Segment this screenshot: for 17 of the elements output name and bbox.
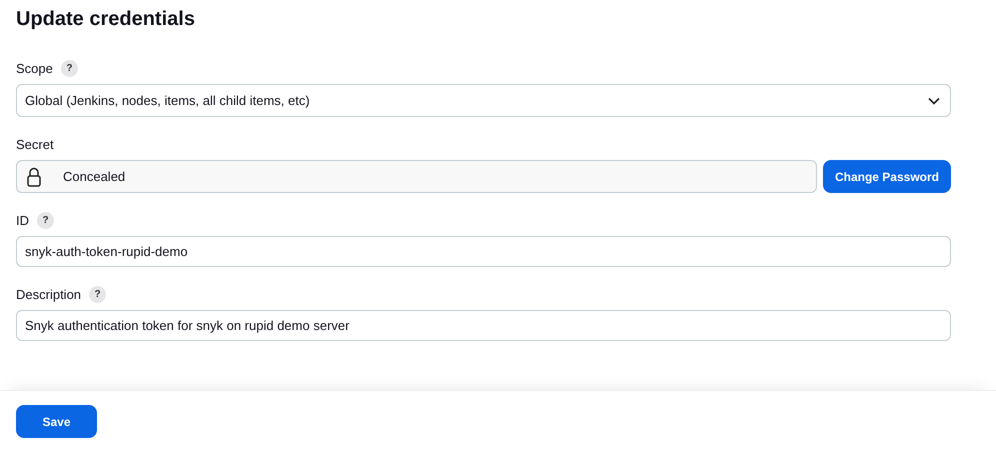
help-button[interactable]: ?: [60, 60, 78, 76]
lock-icon: [27, 166, 41, 186]
scope-dropdown[interactable]: Global (Jenkins, nodes, items, all child items, etc): [16, 84, 951, 117]
help-button[interactable]: ?: [89, 286, 106, 302]
dropdown-value: Global (Jenkins, nodes, items, all child items, etc): [25, 93, 310, 108]
save-button[interactable]: Save: [16, 405, 97, 438]
page-title: Update credentials: [16, 7, 196, 32]
field-label: Description: [16, 286, 82, 302]
chevron-down-icon: [928, 96, 940, 104]
field-label: Secret: [16, 136, 54, 152]
change-password-button[interactable]: Change Password: [822, 160, 951, 193]
concealed-value: Concealed: [63, 169, 126, 184]
field-label: ID: [16, 212, 29, 228]
input-field[interactable]: Snyk authentication token for snyk on rupid demo server: [16, 310, 951, 341]
field-label: Scope: [16, 60, 53, 76]
input-field[interactable]: snyk-auth-token-rupid-demo: [16, 236, 951, 267]
help-button[interactable]: ?: [37, 212, 54, 228]
